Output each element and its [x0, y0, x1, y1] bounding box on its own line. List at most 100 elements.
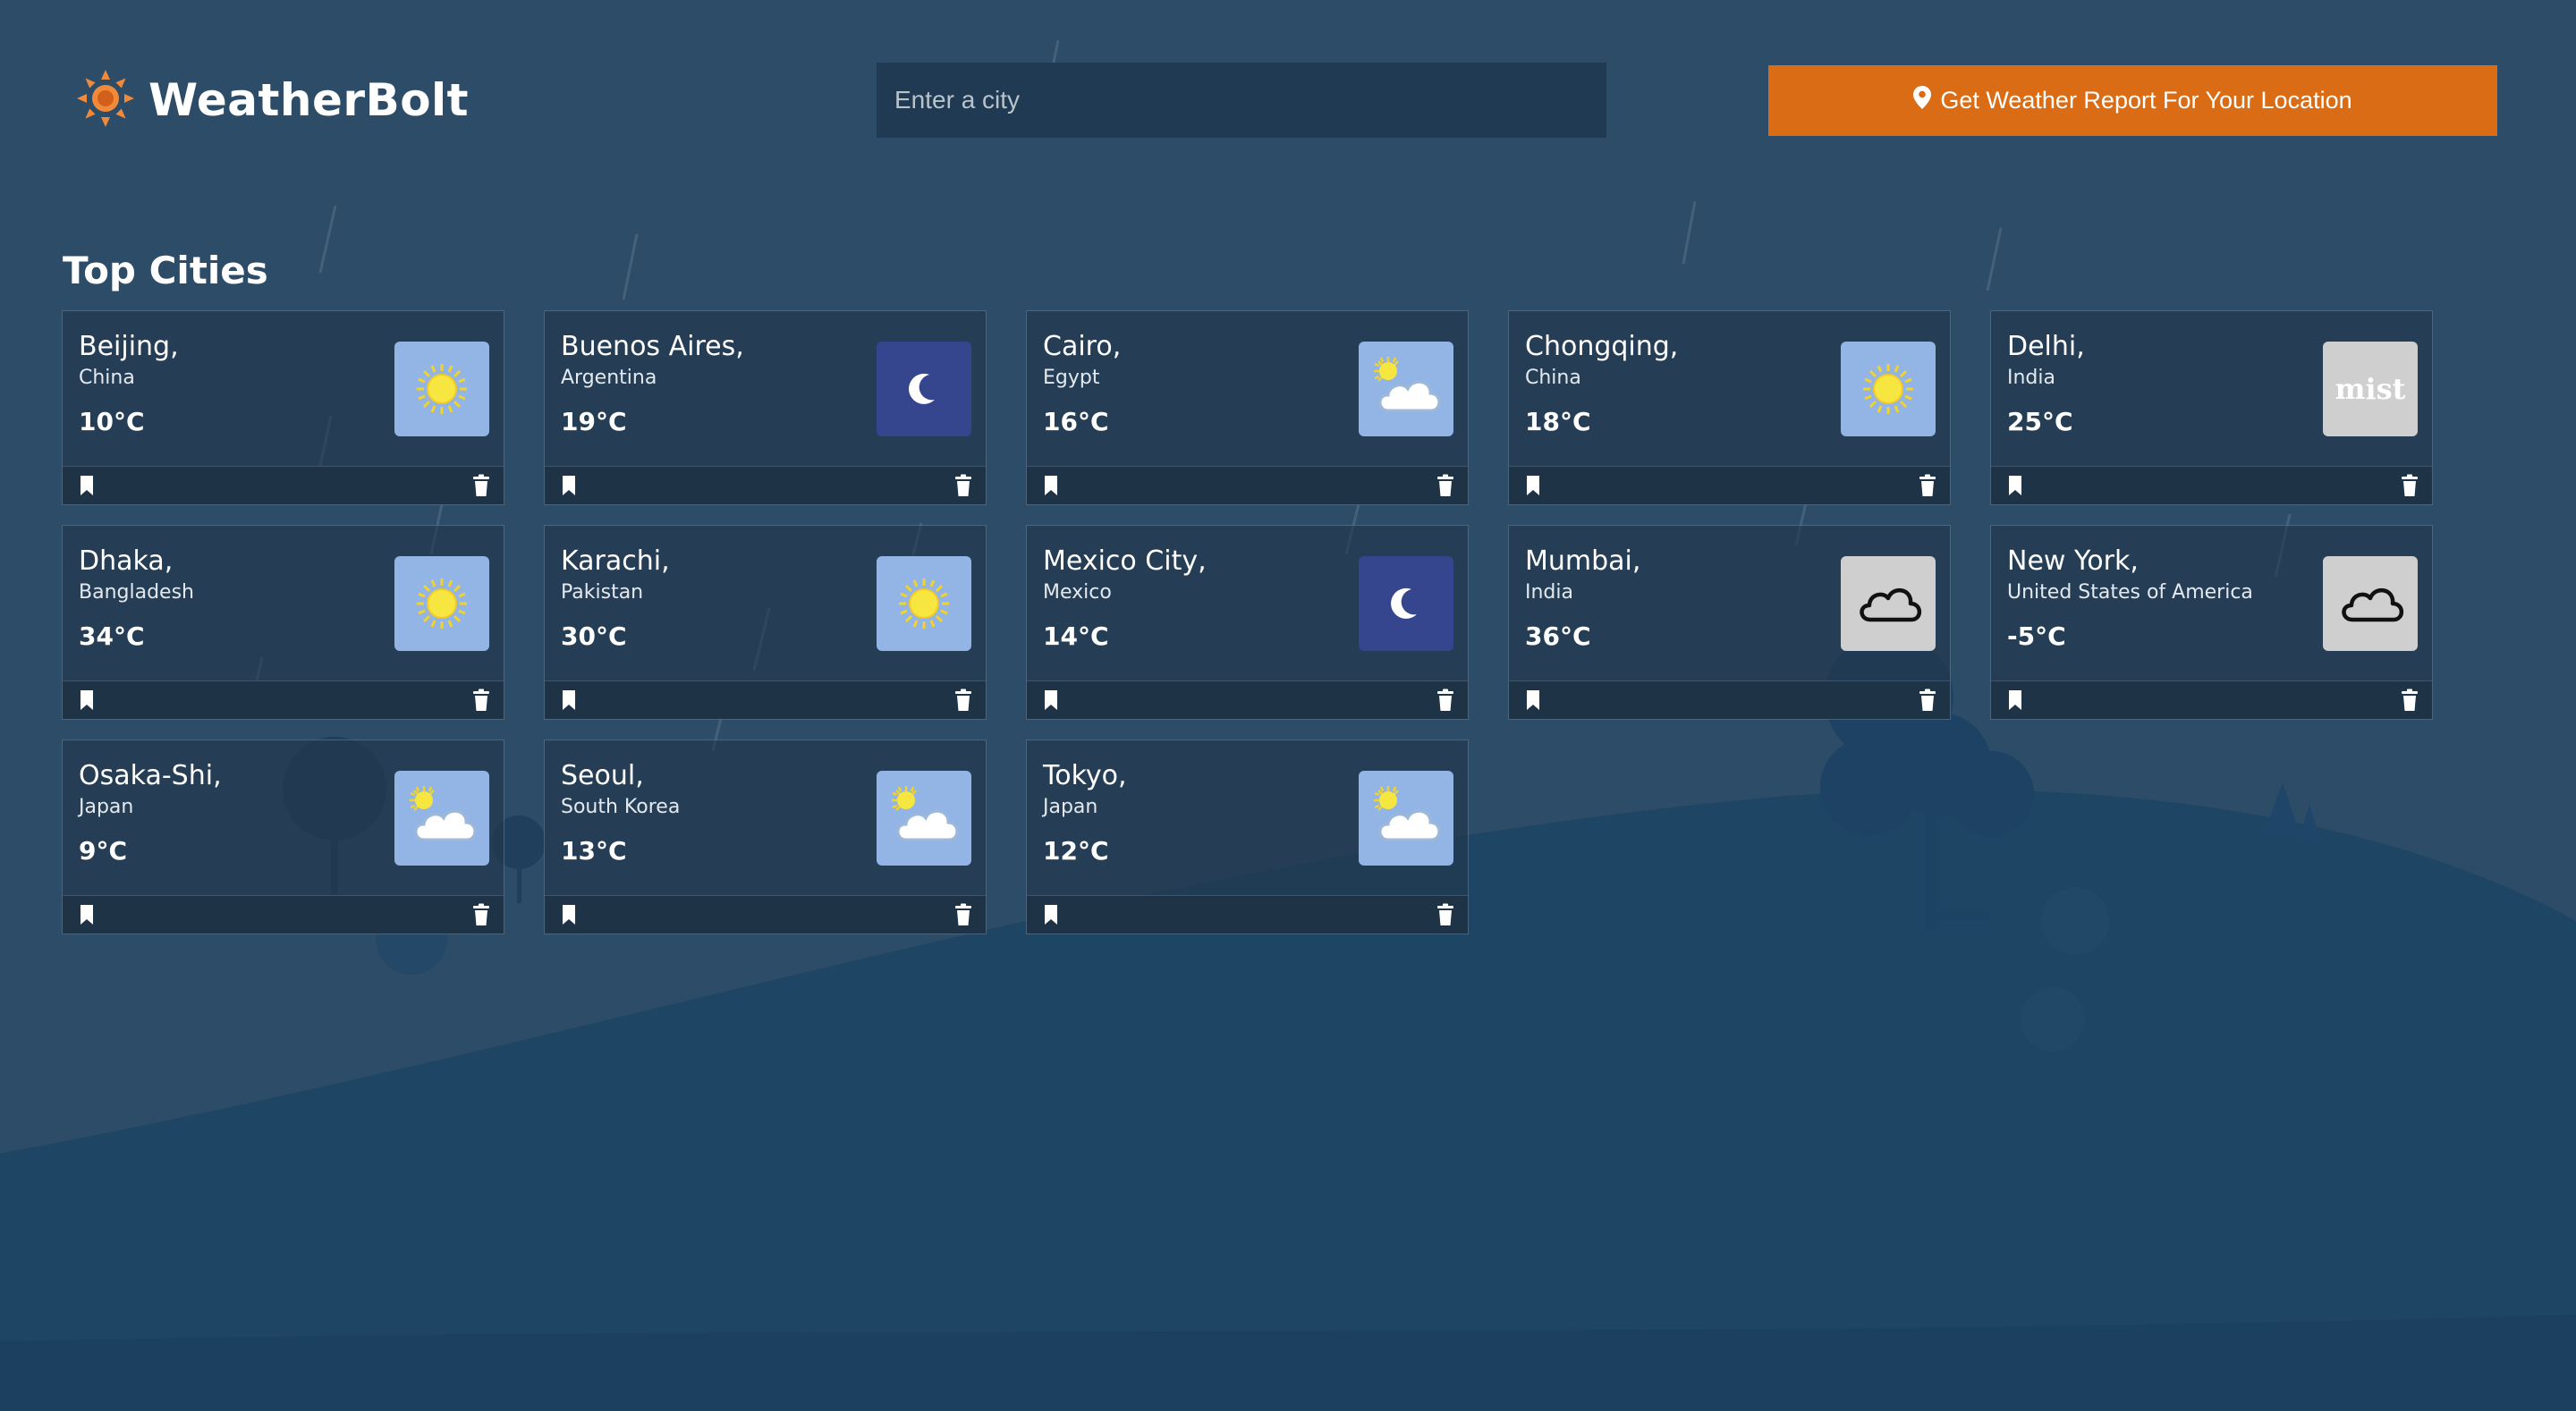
card-body: Seoul, South Korea 13°C [545, 740, 986, 898]
city-card[interactable]: Cairo, Egypt 16°C [1026, 310, 1469, 505]
city-card[interactable]: Osaka-Shi, Japan 9°C [62, 739, 504, 934]
card-body: Osaka-Shi, Japan 9°C [63, 740, 504, 898]
mist-label: mist [2334, 372, 2406, 406]
city-name: Chongqing, [1525, 331, 1679, 362]
bookmark-icon[interactable] [2004, 689, 2027, 712]
city-search-input[interactable] [877, 63, 1606, 138]
card-body: Dhaka, Bangladesh 34°C [63, 526, 504, 683]
logo[interactable]: WeatherBolt [75, 68, 469, 132]
card-footer [1509, 466, 1950, 504]
trash-icon[interactable] [952, 689, 975, 712]
card-body: Karachi, Pakistan 30°C [545, 526, 986, 683]
city-card[interactable]: Buenos Aires, Argentina 19°C [544, 310, 987, 505]
card-body: Buenos Aires, Argentina 19°C [545, 311, 986, 469]
bookmark-icon[interactable] [75, 903, 98, 926]
bookmark-icon[interactable] [1039, 689, 1063, 712]
bookmark-icon[interactable] [1039, 903, 1063, 926]
bookmark-icon[interactable] [557, 903, 580, 926]
city-name: Buenos Aires, [561, 331, 744, 362]
partly-cloudy-weather-icon [877, 771, 971, 866]
temperature: 10°C [79, 407, 145, 436]
sunny-weather-icon [877, 556, 971, 651]
trash-icon[interactable] [470, 689, 493, 712]
card-footer [1027, 680, 1468, 719]
city-name: New York, [2007, 545, 2139, 577]
temperature: -5°C [2007, 621, 2066, 651]
trash-icon[interactable] [1916, 474, 1939, 497]
temperature: 9°C [79, 836, 128, 866]
city-card[interactable]: Karachi, Pakistan 30°C [544, 525, 987, 720]
trash-icon[interactable] [1916, 689, 1939, 712]
city-card[interactable]: Beijing, China 10°C [62, 310, 504, 505]
city-card[interactable]: Mexico City, Mexico 14°C [1026, 525, 1469, 720]
card-body: Chongqing, China 18°C [1509, 311, 1950, 469]
card-body: Mexico City, Mexico 14°C [1027, 526, 1468, 683]
header: WeatherBolt Get Weather Report For Your … [0, 0, 2576, 206]
city-card[interactable]: Chongqing, China 18°C [1508, 310, 1951, 505]
country-name: South Korea [561, 796, 681, 818]
country-name: India [2007, 367, 2055, 389]
bookmark-icon[interactable] [1521, 689, 1545, 712]
bookmark-icon[interactable] [2004, 474, 2027, 497]
map-marker-icon [1913, 86, 1940, 115]
country-name: China [1525, 367, 1581, 389]
bookmark-icon[interactable] [75, 474, 98, 497]
trash-icon[interactable] [952, 903, 975, 926]
temperature: 30°C [561, 621, 627, 651]
bookmark-icon[interactable] [75, 689, 98, 712]
card-footer [545, 466, 986, 504]
city-name: Cairo, [1043, 331, 1122, 362]
trash-icon[interactable] [952, 474, 975, 497]
partly-cloudy-weather-icon [394, 771, 489, 866]
get-location-weather-button[interactable]: Get Weather Report For Your Location [1768, 65, 2497, 136]
card-body: Tokyo, Japan 12°C [1027, 740, 1468, 898]
app-name: WeatherBolt [148, 74, 470, 126]
temperature: 13°C [561, 836, 627, 866]
city-name: Karachi, [561, 545, 670, 577]
country-name: United States of America [2007, 581, 2253, 604]
trash-icon[interactable] [1434, 689, 1457, 712]
city-name: Osaka-Shi, [79, 760, 222, 791]
bookmark-icon[interactable] [557, 474, 580, 497]
city-name: Delhi, [2007, 331, 2085, 362]
sunny-weather-icon [394, 556, 489, 651]
card-footer [1509, 680, 1950, 719]
card-body: Delhi, India 25°C mist [1991, 311, 2432, 469]
country-name: Mexico [1043, 581, 1112, 604]
city-card[interactable]: Tokyo, Japan 12°C [1026, 739, 1469, 934]
trash-icon[interactable] [470, 474, 493, 497]
city-name: Dhaka, [79, 545, 174, 577]
cloud-weather-icon [1841, 556, 1936, 651]
temperature: 12°C [1043, 836, 1109, 866]
city-card[interactable]: Mumbai, India 36°C [1508, 525, 1951, 720]
trash-icon[interactable] [1434, 474, 1457, 497]
card-footer [1027, 466, 1468, 504]
bookmark-icon[interactable] [1039, 474, 1063, 497]
temperature: 18°C [1525, 407, 1591, 436]
bookmark-icon[interactable] [557, 689, 580, 712]
country-name: Japan [79, 796, 134, 818]
temperature: 25°C [2007, 407, 2073, 436]
country-name: Japan [1043, 796, 1098, 818]
card-body: Beijing, China 10°C [63, 311, 504, 469]
city-card[interactable]: Dhaka, Bangladesh 34°C [62, 525, 504, 720]
city-card[interactable]: Seoul, South Korea 13°C [544, 739, 987, 934]
partly-cloudy-weather-icon [1359, 342, 1453, 436]
card-footer [1991, 680, 2432, 719]
trash-icon[interactable] [1434, 903, 1457, 926]
card-body: New York, United States of America -5°C [1991, 526, 2432, 683]
sunny-weather-icon [394, 342, 489, 436]
city-name: Seoul, [561, 760, 644, 791]
card-footer [63, 680, 504, 719]
trash-icon[interactable] [470, 903, 493, 926]
city-card[interactable]: New York, United States of America -5°C [1990, 525, 2433, 720]
clear-night-weather-icon [1359, 556, 1453, 651]
city-card[interactable]: Delhi, India 25°C mist [1990, 310, 2433, 505]
trash-icon[interactable] [2398, 689, 2421, 712]
temperature: 36°C [1525, 621, 1591, 651]
trash-icon[interactable] [2398, 474, 2421, 497]
temperature: 34°C [79, 621, 145, 651]
country-name: India [1525, 581, 1573, 604]
city-card-grid: Beijing, China 10°C Buenos Aires, Argentina 1… [62, 310, 2441, 934]
bookmark-icon[interactable] [1521, 474, 1545, 497]
